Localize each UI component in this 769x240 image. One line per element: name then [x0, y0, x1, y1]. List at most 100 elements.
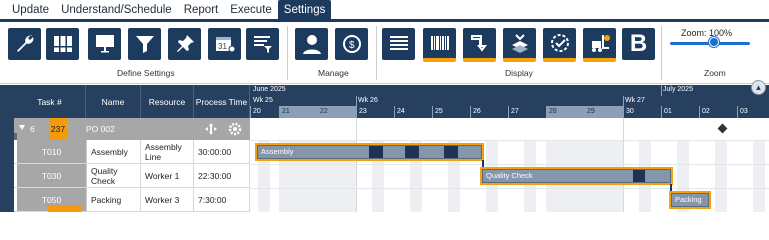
task-process-time: 7:30:00: [194, 188, 250, 211]
group-divider: [287, 26, 288, 80]
svg-text:31: 31: [218, 42, 227, 51]
month-divider: [661, 85, 662, 96]
day-cell: 24: [394, 106, 432, 118]
tools-button[interactable]: [8, 28, 41, 60]
bold-button[interactable]: B: [622, 28, 655, 60]
pin-button[interactable]: [168, 28, 201, 60]
list-filter-icon: [253, 36, 272, 53]
resources-button[interactable]: [295, 28, 328, 60]
week-label: Wk 25: [253, 97, 273, 104]
collapse-triangle-icon[interactable]: [19, 125, 25, 130]
day-stripe: [753, 140, 765, 212]
task-process-time: 22:30:00: [194, 164, 250, 187]
menu-report[interactable]: Report: [178, 0, 225, 19]
gantt-bar-assembly[interactable]: Assembly: [257, 145, 482, 159]
stack-arrow-icon: [511, 34, 528, 53]
menu-update[interactable]: Update: [6, 0, 55, 19]
pushpin-icon: [176, 35, 194, 52]
column-header-name[interactable]: Name: [86, 85, 141, 118]
bar-segment: [405, 146, 419, 158]
lines-icon: [389, 36, 408, 50]
po-group-row[interactable]: 6 237 PO 002: [14, 118, 250, 140]
week-gridline: [623, 118, 624, 212]
ribbon: 31 Define Settings $ Manage B Display Zo…: [0, 22, 769, 84]
row-gridline: [250, 188, 769, 189]
gantt-bar-quality-check[interactable]: Quality Check: [482, 169, 671, 183]
calendar-gear-icon: 31: [215, 37, 235, 53]
table-row[interactable]: T030 Quality Check Worker 1 22:30:00: [14, 164, 250, 188]
milestone-diamond-icon[interactable]: [717, 123, 728, 134]
day-cell: 29: [584, 106, 623, 118]
forklift-icon: [591, 35, 610, 52]
grid-header: Task # Name Resource Process Time: [0, 85, 250, 118]
gantt-chart: Assembly Quality Check Packing: [250, 118, 769, 212]
bar-label: Packing: [675, 195, 702, 204]
chevron-up-icon[interactable]: ▲: [751, 80, 766, 95]
task-name: Quality Check: [87, 164, 141, 187]
menu-understand-schedule[interactable]: Understand/Schedule: [55, 0, 178, 19]
list-filter-button[interactable]: [246, 28, 279, 60]
day-cell: 01: [661, 106, 699, 118]
currency-refresh-icon: $: [342, 35, 361, 53]
move-arrows-icon[interactable]: [204, 122, 218, 136]
po-name: PO 002: [86, 124, 115, 134]
gear-icon[interactable]: [228, 122, 242, 136]
table-row[interactable]: T010 Assembly Assembly Line 30:00:00: [14, 140, 250, 164]
bold-b-icon: B: [629, 30, 648, 57]
task-process-time: 30:00:00: [194, 140, 250, 163]
binders-icon: [53, 36, 72, 52]
wrench-icon: [16, 35, 33, 52]
po-level: 6: [30, 124, 35, 134]
menu-bar: Update Understand/Schedule Report Execut…: [0, 0, 769, 22]
column-header-process-time[interactable]: Process Time: [194, 85, 250, 118]
currency-button[interactable]: $: [335, 28, 368, 60]
gantt-month-header: June 2025 July 2025: [250, 85, 769, 96]
display-group-label: Display: [505, 68, 533, 78]
menu-execute[interactable]: Execute: [224, 0, 278, 19]
menu-settings[interactable]: Settings: [277, 0, 332, 19]
task-id: T030: [17, 164, 87, 187]
barcode-icon: [430, 36, 449, 50]
define-settings-group-label: Define Settings: [117, 68, 175, 78]
task-name: Assembly: [87, 140, 141, 163]
zoom-slider-thumb[interactable]: [709, 37, 719, 47]
barcode-button[interactable]: [423, 28, 456, 62]
bar-label: Quality Check: [486, 171, 533, 180]
filter-button[interactable]: [128, 28, 161, 60]
calendar-settings-button[interactable]: 31: [208, 28, 241, 60]
gantt-week-header: Wk 25 Wk 26 Wk 27: [250, 96, 769, 106]
zoom-group-label: Zoom: [704, 68, 726, 78]
day-cell: 28: [546, 106, 584, 118]
task-name: Packing: [87, 188, 141, 211]
column-header-task[interactable]: Task #: [14, 85, 86, 118]
day-cell: 25: [432, 106, 470, 118]
month-label: July 2025: [663, 86, 693, 93]
person-icon: [302, 35, 321, 54]
link-arrow-button[interactable]: [463, 28, 496, 62]
svg-text:$: $: [349, 40, 355, 51]
gantt-bar-packing[interactable]: Packing: [671, 193, 709, 207]
task-id: T010: [17, 140, 87, 163]
layers-button[interactable]: [503, 28, 536, 62]
day-cell: 23: [356, 106, 394, 118]
day-cell: 03: [737, 106, 769, 118]
check-button[interactable]: [543, 28, 576, 62]
day-cell: 22: [317, 106, 356, 118]
group-divider: [376, 26, 377, 80]
day-cell: 21: [279, 106, 317, 118]
presentation-button[interactable]: [88, 28, 121, 60]
row-gridline: [250, 140, 769, 141]
dashed-check-icon: [550, 34, 569, 52]
week-gridline: [356, 118, 357, 212]
column-header-resource[interactable]: Resource: [141, 85, 194, 118]
rows-button[interactable]: [382, 28, 415, 60]
presentation-icon: [95, 35, 114, 53]
week-divider: [623, 96, 624, 106]
zoom-level-label: Zoom: 100%: [681, 28, 733, 38]
po-number: 237: [49, 118, 67, 140]
forklift-button[interactable]: [583, 28, 616, 62]
binders-button[interactable]: [46, 28, 79, 60]
week-label: Wk 27: [625, 97, 645, 104]
step-arrow-icon: [470, 35, 487, 52]
week-label: Wk 26: [358, 97, 378, 104]
